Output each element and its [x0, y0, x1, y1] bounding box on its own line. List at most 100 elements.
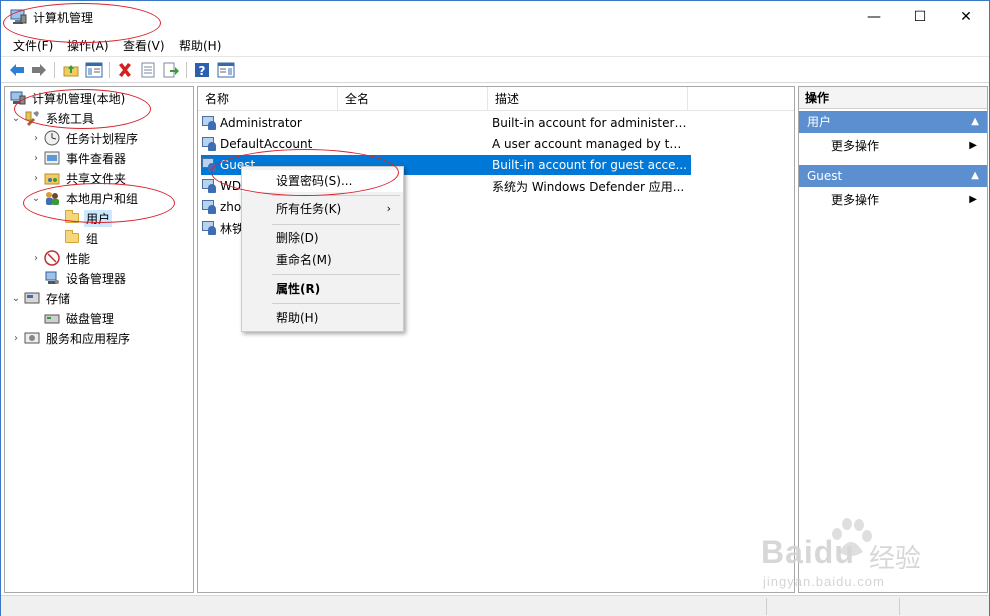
menu-item-properties[interactable]: 属性(R) [242, 278, 403, 300]
menu-item-set-password[interactable]: 设置密码(S)... [242, 170, 403, 192]
users-group-icon [44, 190, 60, 206]
user-description: 系统为 Windows Defender 应用... [492, 179, 685, 194]
menu-help[interactable]: 帮助(H) [179, 37, 221, 54]
chevron-right-icon[interactable]: › [30, 173, 42, 184]
tree-label: 用户 [84, 209, 113, 227]
menu-item-help[interactable]: 帮助(H) [242, 307, 403, 329]
tree-item-disk-management[interactable]: 磁盘管理 [42, 308, 116, 328]
column-header-fullname[interactable]: 全名 [338, 87, 488, 111]
more-actions-guest[interactable]: 更多操作 ▶ [831, 190, 981, 210]
close-button[interactable]: ✕ [943, 1, 989, 33]
up-folder-icon[interactable] [61, 60, 81, 80]
delete-icon[interactable] [115, 60, 135, 80]
section-label: 用户 [807, 115, 832, 129]
performance-icon [44, 250, 60, 266]
event-viewer-icon [44, 150, 60, 166]
menu-action[interactable]: 操作(A) [67, 37, 109, 54]
title-bar[interactable]: 计算机管理 — ☐ ✕ [1, 1, 989, 33]
tree-item-storage[interactable]: ⌄ 存储 [10, 288, 72, 308]
svg-text:?: ? [199, 64, 206, 78]
user-description: A user account managed by th... [492, 137, 688, 151]
menu-item-all-tasks[interactable]: 所有任务(K) › [242, 198, 403, 220]
user-name: WD [220, 179, 242, 193]
tree-item-task-scheduler[interactable]: › 任务计划程序 [30, 128, 140, 148]
collapse-icon[interactable]: ▲ [971, 165, 979, 187]
section-label: Guest [807, 169, 843, 183]
chevron-down-icon[interactable]: ⌄ [10, 113, 22, 124]
watermark-brand: Baidu [761, 534, 855, 570]
chevron-down-icon[interactable]: ⌄ [30, 193, 42, 204]
list-header: 名称 全名 描述 [198, 87, 794, 111]
chevron-down-icon[interactable]: ⌄ [10, 293, 22, 304]
users-list-pane: 名称 全名 描述 Administrator Built-in account … [197, 86, 795, 593]
tree-item-shared-folders[interactable]: › 共享文件夹 [30, 168, 128, 188]
tree-label: 性能 [66, 251, 91, 266]
disk-icon [44, 310, 60, 326]
tree-label: 共享文件夹 [66, 171, 127, 186]
tree-label: 系统工具 [46, 111, 95, 126]
forward-arrow-icon[interactable] [29, 60, 49, 80]
user-icon [201, 220, 217, 236]
tree-item-local-users-groups[interactable]: ⌄ 本地用户和组 [30, 188, 140, 208]
user-description: Built-in account for administeri... [492, 116, 688, 130]
menu-item-label: 所有任务(K) [276, 202, 342, 216]
submenu-arrow-icon: ▶ [969, 140, 977, 151]
computer-management-window: 计算机管理 — ☐ ✕ 文件(F) 操作(A) 查看(V) 帮助(H) ? 计算… [0, 0, 990, 616]
maximize-button[interactable]: ☐ [897, 1, 943, 33]
collapse-icon[interactable]: ▲ [971, 111, 979, 133]
user-name: DefaultAccount [220, 137, 313, 151]
tree-label: 设备管理器 [66, 271, 127, 286]
user-description: Built-in account for guest acce... [492, 158, 687, 172]
export-list-icon[interactable] [161, 60, 181, 80]
menu-bar: 文件(F) 操作(A) 查看(V) 帮助(H) [1, 35, 989, 55]
chevron-right-icon[interactable]: › [30, 153, 42, 164]
back-arrow-icon[interactable] [7, 60, 27, 80]
tree-item-device-manager[interactable]: 设备管理器 [42, 268, 128, 288]
properties-icon[interactable] [138, 60, 158, 80]
more-actions-users[interactable]: 更多操作 ▶ [831, 136, 981, 156]
tree-label: 事件查看器 [66, 151, 127, 166]
actions-section-users[interactable]: 用户 ▲ [799, 111, 987, 133]
tree-item-root[interactable]: 计算机管理(本地) [8, 88, 127, 108]
shared-folder-icon [44, 170, 60, 186]
table-row[interactable]: DefaultAccount A user account managed by… [201, 134, 691, 154]
tools-icon [24, 110, 40, 126]
tree-label: 服务和应用程序 [46, 331, 131, 346]
menu-view[interactable]: 查看(V) [123, 37, 165, 54]
services-icon [24, 330, 40, 346]
show-hide-action-pane-icon[interactable] [216, 60, 236, 80]
chevron-right-icon[interactable]: › [30, 133, 42, 144]
menu-item-delete[interactable]: 删除(D) [242, 227, 403, 249]
help-icon[interactable]: ? [192, 60, 212, 80]
more-actions-label: 更多操作 [831, 139, 880, 153]
tree-item-users[interactable]: 用户 [62, 208, 113, 228]
chevron-right-icon[interactable]: › [10, 333, 22, 344]
column-header-description[interactable]: 描述 [488, 87, 688, 111]
window-title: 计算机管理 [33, 11, 94, 25]
tree-item-groups[interactable]: 组 [62, 228, 100, 248]
chevron-right-icon[interactable]: › [30, 253, 42, 264]
computer-management-icon [10, 9, 27, 25]
tree-item-event-viewer[interactable]: › 事件查看器 [30, 148, 128, 168]
menu-file[interactable]: 文件(F) [13, 37, 53, 54]
tree-label: 任务计划程序 [66, 131, 139, 146]
tree-item-services-apps[interactable]: › 服务和应用程序 [10, 328, 132, 348]
folder-icon [64, 210, 80, 226]
user-icon [201, 178, 217, 194]
device-manager-icon [44, 270, 60, 286]
tree-item-performance[interactable]: › 性能 [30, 248, 92, 268]
actions-section-guest[interactable]: Guest ▲ [799, 165, 987, 187]
chevron-right-icon: › [386, 202, 391, 215]
clock-icon [44, 130, 60, 146]
tree-item-system-tools[interactable]: ⌄ 系统工具 [10, 108, 96, 128]
minimize-button[interactable]: — [851, 1, 897, 33]
watermark-brand-cn: 经验 [869, 544, 922, 574]
submenu-arrow-icon: ▶ [969, 194, 977, 205]
user-icon [201, 199, 217, 215]
tree-label: 计算机管理(本地) [32, 91, 126, 106]
user-name: Administrator [220, 116, 302, 130]
table-row[interactable]: Administrator Built-in account for admin… [201, 113, 691, 133]
menu-item-rename[interactable]: 重命名(M) [242, 249, 403, 271]
show-hide-tree-icon[interactable] [84, 60, 104, 80]
column-header-name[interactable]: 名称 [198, 87, 338, 111]
